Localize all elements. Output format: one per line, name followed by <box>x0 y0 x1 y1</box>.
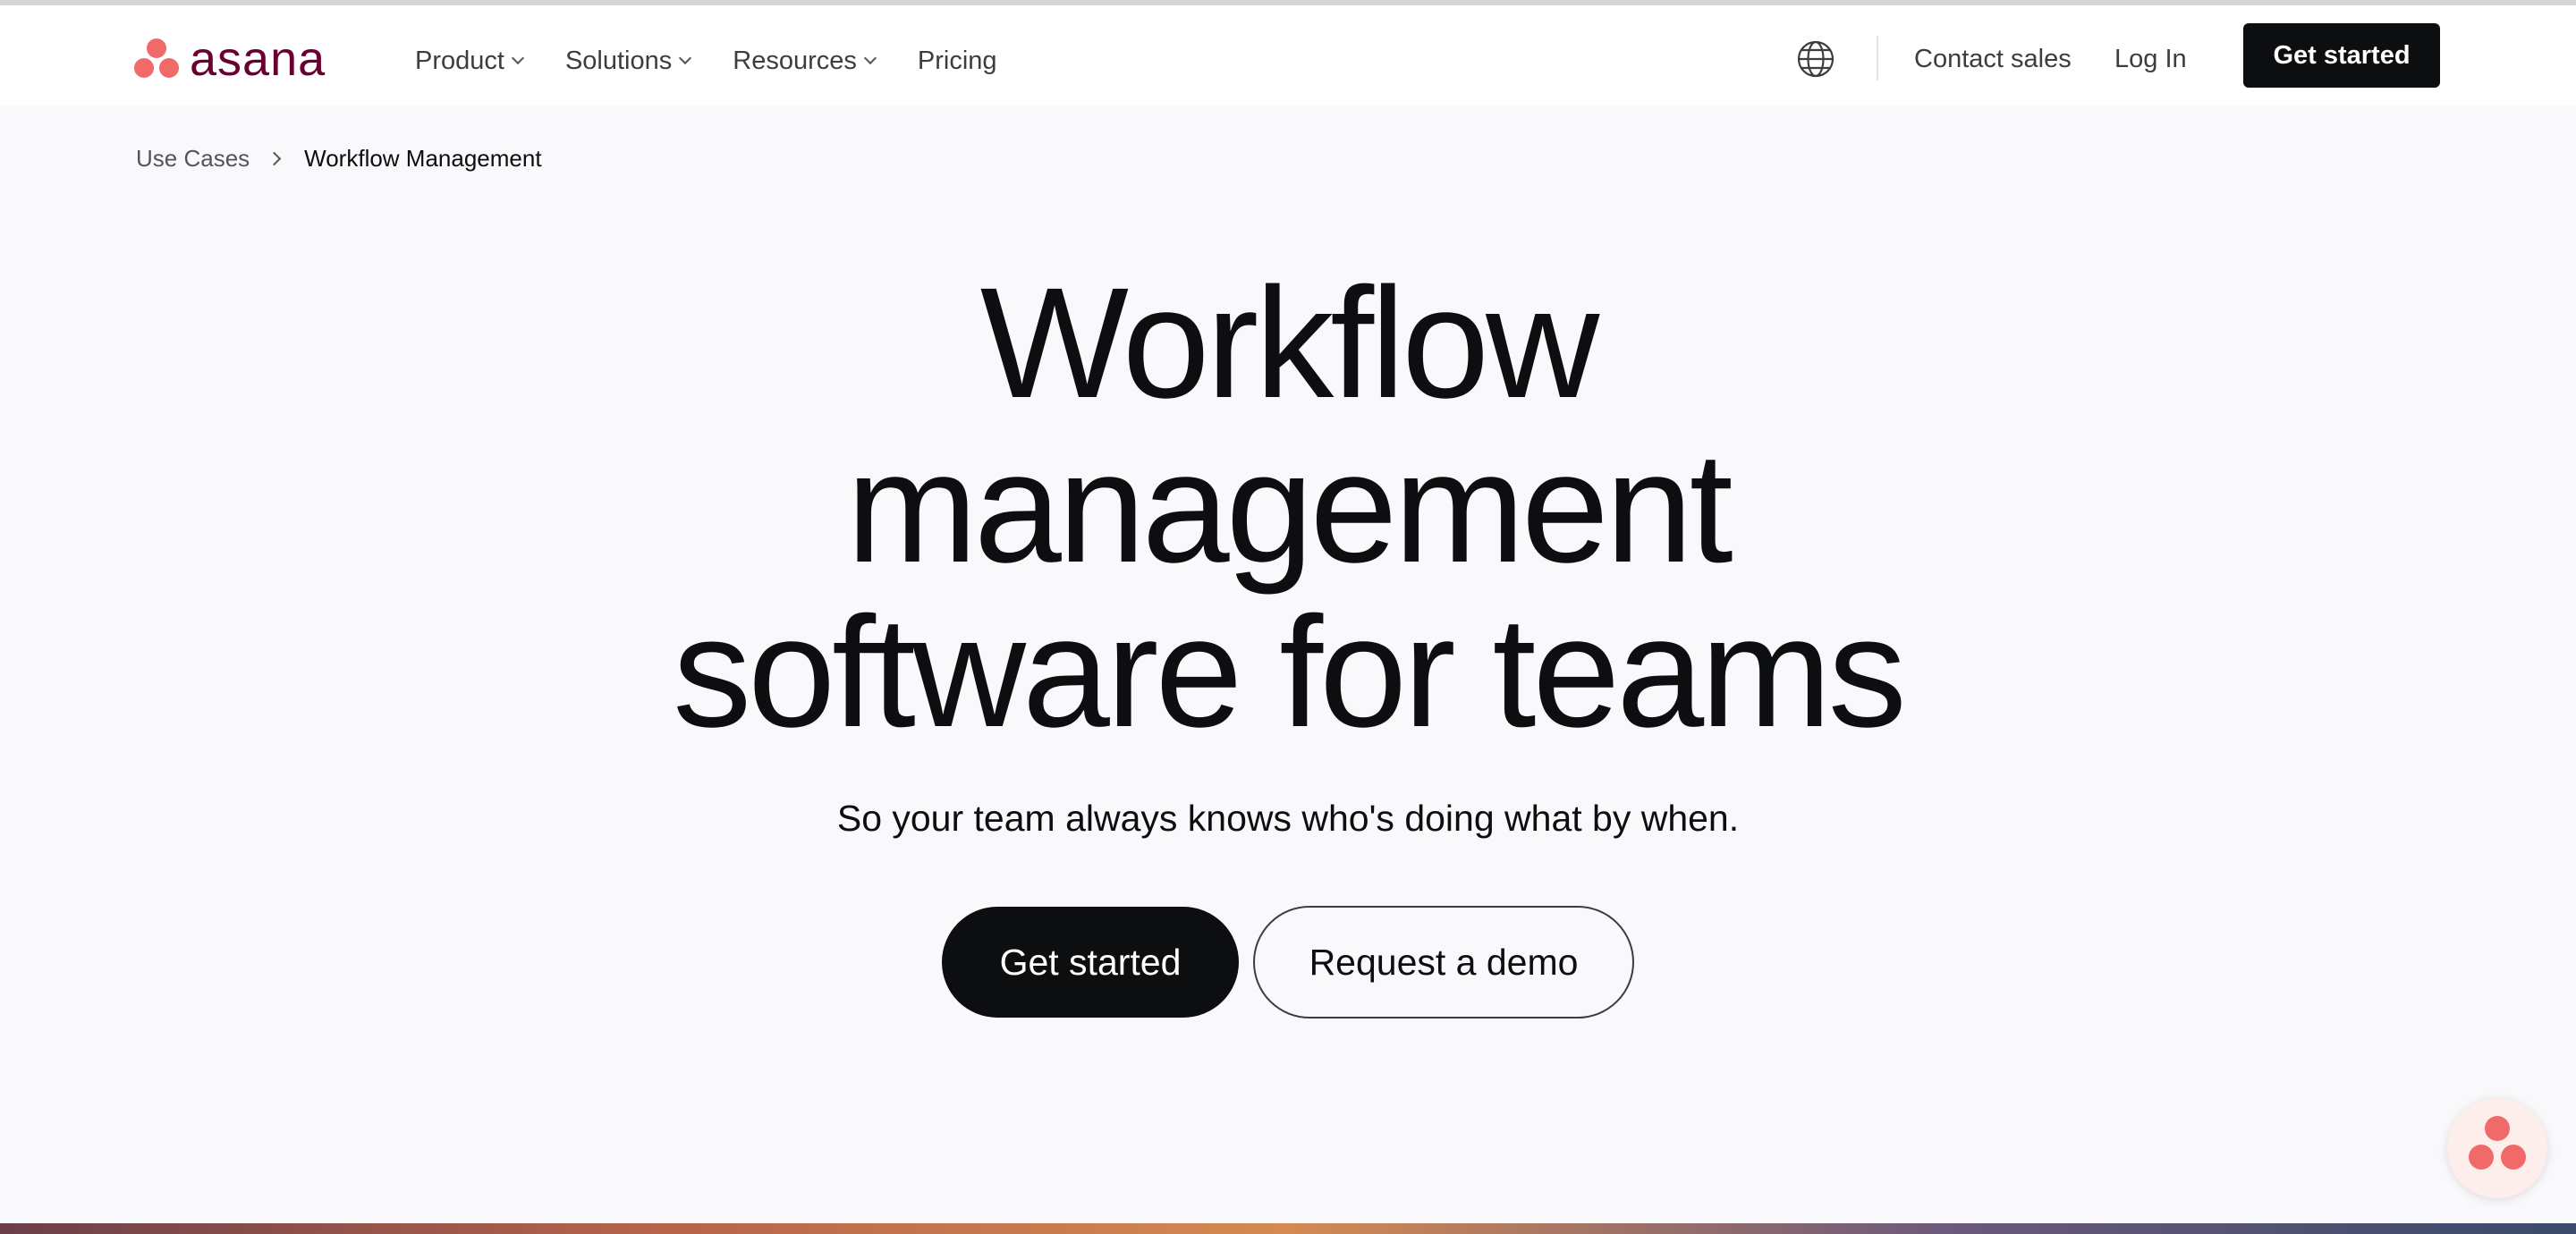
asana-dots-icon <box>134 38 179 80</box>
main-nav: Product Solutions Resources Pricing <box>415 36 1040 86</box>
chat-dot <box>2485 1116 2510 1141</box>
nav-pricing-label: Pricing <box>917 46 997 75</box>
breadcrumb-current: Workflow Management <box>304 145 542 172</box>
nav-resources[interactable]: Resources <box>733 36 877 86</box>
nav-solutions[interactable]: Solutions <box>564 36 692 86</box>
hero-title: Workflow management software for teams <box>0 261 2576 755</box>
hero-subtitle: So your team always knows who's doing wh… <box>836 798 1740 839</box>
request-demo-button[interactable]: Request a demo <box>1253 906 1634 1018</box>
chat-dot <box>2501 1145 2526 1170</box>
chevron-down-icon <box>511 51 525 65</box>
nav-product[interactable]: Product <box>415 36 525 86</box>
logo-wordmark: asana <box>190 32 326 86</box>
asana-logo[interactable]: asana <box>134 32 326 86</box>
header-divider <box>1877 36 1878 80</box>
globe-icon[interactable] <box>1796 39 1835 79</box>
nav-solutions-label: Solutions <box>564 46 673 75</box>
breadcrumb: Use Cases Workflow Management <box>136 145 542 173</box>
login-link[interactable]: Log In <box>2114 45 2187 74</box>
nav-pricing[interactable]: Pricing <box>918 36 997 86</box>
chevron-right-icon <box>267 151 282 166</box>
header-get-started-button[interactable]: Get started <box>2243 23 2440 88</box>
chat-dot <box>2469 1145 2494 1170</box>
hero-title-line: Workflow <box>979 256 1599 431</box>
nav-resources-label: Resources <box>733 46 857 75</box>
hero-image-edge <box>0 1223 2576 1234</box>
get-started-button[interactable]: Get started <box>942 907 1239 1018</box>
breadcrumb-use-cases[interactable]: Use Cases <box>136 145 250 173</box>
chevron-down-icon <box>679 51 692 65</box>
nav-product-label: Product <box>415 46 504 75</box>
contact-sales-link[interactable]: Contact sales <box>1914 45 2072 74</box>
hero-title-line: software for teams <box>673 585 1907 760</box>
hero-title-line: management <box>846 420 1733 596</box>
site-header: asana Product Solutions Resources Pricin… <box>0 5 2576 106</box>
chat-widget-button[interactable] <box>2447 1098 2547 1198</box>
chevron-down-icon <box>863 51 877 65</box>
